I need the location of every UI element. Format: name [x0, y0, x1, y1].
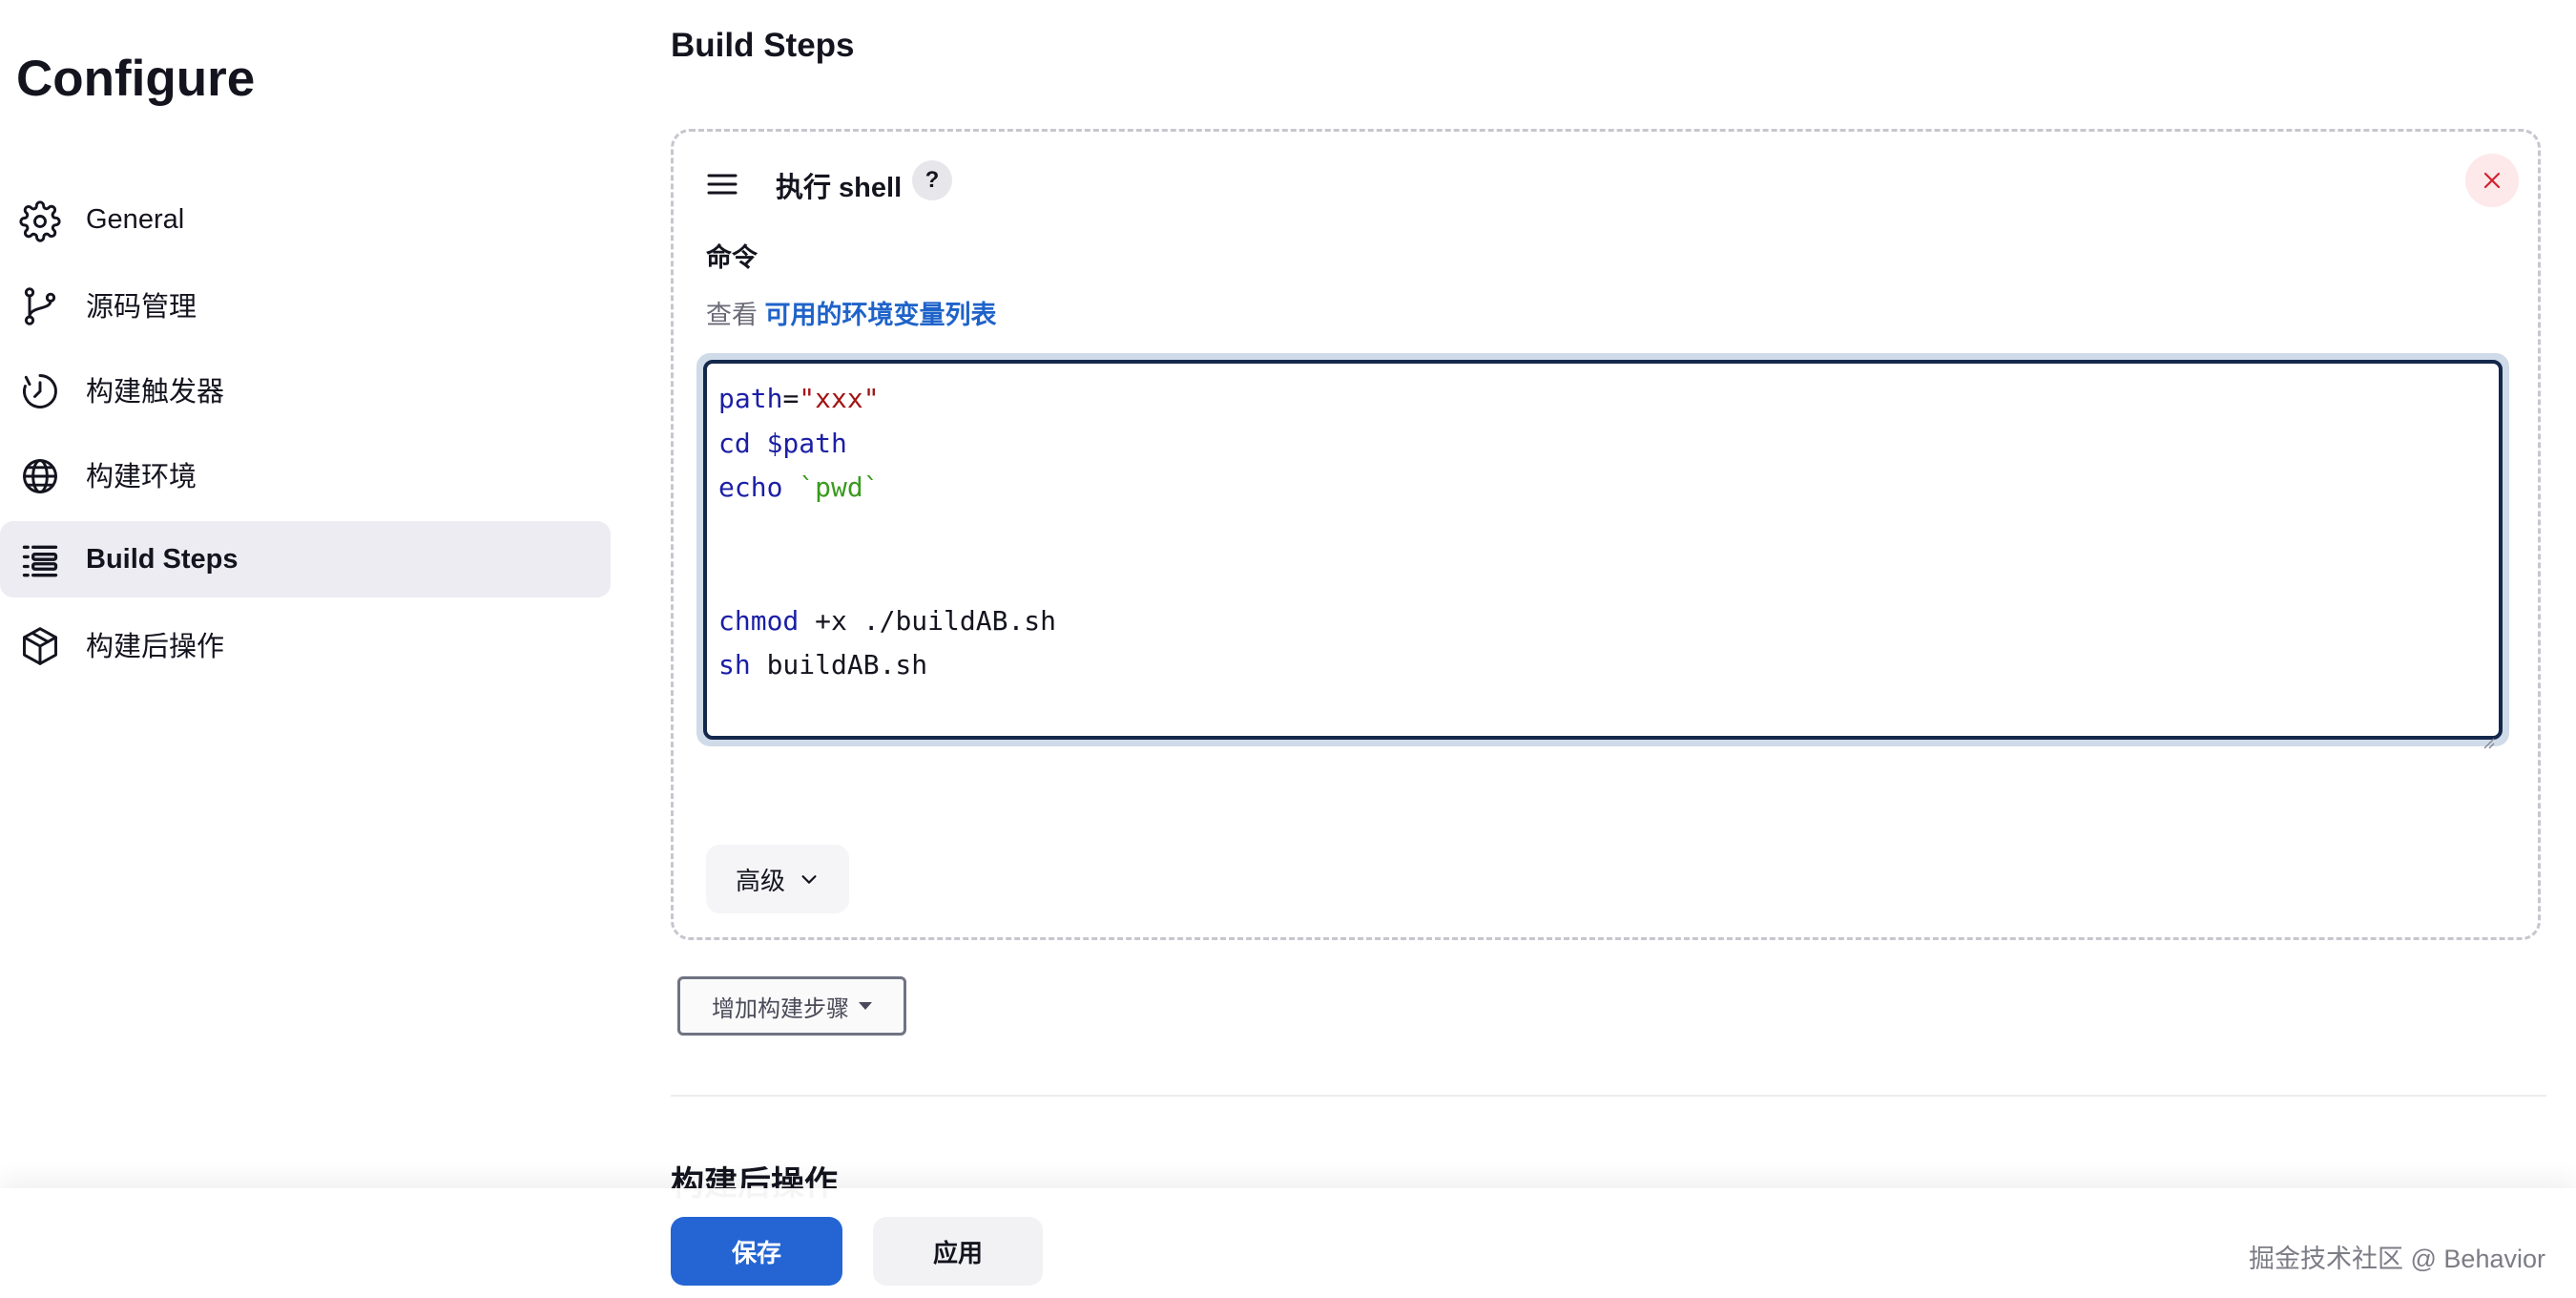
- sidebar: General 源码管理 构建触发器 构建环境 Build Steps 构建后操…: [0, 181, 611, 691]
- globe-icon: [19, 455, 61, 497]
- code-token: buildAB.sh: [750, 649, 928, 680]
- page-title: Configure: [16, 51, 256, 107]
- code-line: path="xxx": [718, 377, 2487, 422]
- sidebar-item-label: 构建触发器: [86, 377, 225, 408]
- list-icon: [19, 540, 61, 582]
- build-step-card: 执行 shell ? 命令 查看 可用的环境变量列表 path="xxx" cd…: [671, 129, 2541, 940]
- drag-handle-icon[interactable]: [706, 170, 738, 199]
- section-title: Build Steps: [671, 27, 855, 64]
- chevron-down-icon: [801, 875, 817, 884]
- code-token: cd: [718, 427, 751, 459]
- code-token: path: [718, 383, 783, 414]
- code-token: "xxx": [799, 383, 880, 414]
- sidebar-item-label: General: [86, 203, 185, 235]
- code-line: cd $path: [718, 422, 2487, 467]
- remove-step-button[interactable]: [2465, 154, 2519, 207]
- env-variables-link[interactable]: 可用的环境变量列表: [765, 301, 997, 329]
- sidebar-item-label: 构建后操作: [86, 632, 225, 662]
- command-editor-focus-ring: path="xxx" cd $path echo `pwd` chmod +x …: [696, 353, 2509, 749]
- package-icon: [19, 625, 61, 667]
- code-token: `pwd`: [782, 471, 880, 503]
- sidebar-item-build-steps[interactable]: Build Steps: [0, 521, 611, 597]
- sidebar-item-post-build[interactable]: 构建后操作: [0, 606, 611, 682]
- env-hint-prefix: 查看: [706, 301, 758, 329]
- add-build-step-button[interactable]: 增加构建步骤: [677, 976, 906, 1036]
- watermark: 掘金技术社区 @ Behavior: [2249, 1245, 2545, 1273]
- code-token: =: [782, 383, 800, 414]
- step-title: 执行 shell: [776, 173, 903, 203]
- resize-grip-icon[interactable]: [2482, 719, 2495, 749]
- sidebar-item-build-environment[interactable]: 构建环境: [0, 436, 611, 513]
- code-line: sh buildAB.sh: [718, 643, 2487, 688]
- bottom-action-bar: 保存 应用 掘金技术社区 @ Behavior: [0, 1188, 2576, 1298]
- command-editor[interactable]: path="xxx" cd $path echo `pwd` chmod +x …: [703, 360, 2503, 749]
- code-line: chmod +x ./buildAB.sh: [718, 599, 2487, 644]
- code-token: $path: [750, 427, 847, 459]
- branch-icon: [19, 285, 61, 327]
- code-token: sh: [718, 649, 751, 680]
- code-line: echo `pwd`: [718, 466, 2487, 511]
- gear-icon: [19, 200, 61, 242]
- apply-button[interactable]: 应用: [873, 1217, 1043, 1286]
- sidebar-item-build-triggers[interactable]: 构建触发器: [0, 351, 611, 428]
- section-divider: [671, 1095, 2546, 1097]
- caret-down-icon: [859, 1002, 872, 1010]
- code-token: echo: [718, 471, 783, 503]
- code-token: +x ./buildAB.sh: [799, 604, 1057, 637]
- sidebar-item-label: 源码管理: [86, 292, 197, 323]
- close-icon: [2483, 172, 2501, 189]
- sidebar-item-general[interactable]: General: [0, 181, 611, 258]
- sidebar-item-source-control[interactable]: 源码管理: [0, 266, 611, 343]
- add-build-step-label: 增加构建步骤: [712, 995, 849, 1022]
- advanced-button[interactable]: 高级: [706, 845, 849, 913]
- sidebar-item-label: Build Steps: [86, 543, 239, 575]
- sidebar-item-label: 构建环境: [86, 462, 197, 492]
- command-label: 命令: [706, 243, 758, 272]
- env-variables-hint: 查看 可用的环境变量列表: [706, 294, 997, 331]
- help-icon[interactable]: ?: [912, 160, 952, 200]
- advanced-label: 高级: [735, 866, 785, 895]
- clock-icon: [19, 370, 61, 412]
- save-button[interactable]: 保存: [671, 1217, 842, 1286]
- code-token: chmod: [718, 604, 800, 637]
